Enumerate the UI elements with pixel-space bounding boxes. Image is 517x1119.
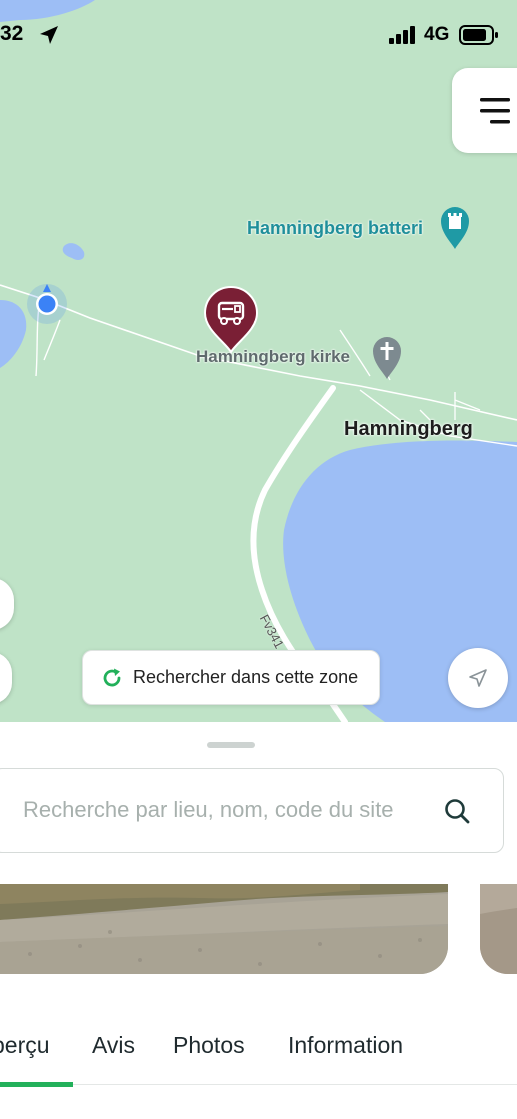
status-network: 4G	[424, 24, 450, 45]
navigation-arrow-icon	[469, 669, 487, 687]
photo-carousel[interactable]	[0, 884, 517, 974]
fortress-pin-icon[interactable]	[440, 206, 470, 250]
tab-photos[interactable]: Photos	[173, 1032, 245, 1059]
site-photo-image	[0, 884, 448, 974]
tab-information[interactable]: Information	[288, 1032, 403, 1059]
site-photo[interactable]	[480, 884, 517, 974]
tab-reviews[interactable]: Avis	[92, 1032, 135, 1059]
tab-overview[interactable]: perçu	[0, 1032, 50, 1059]
menu-button[interactable]	[452, 68, 517, 153]
active-tab-indicator	[0, 1082, 73, 1087]
map-view[interactable]: Hamningberg batteri Hamningberg kirke Ha…	[0, 0, 517, 722]
search-this-area-button[interactable]: Rechercher dans cette zone	[82, 650, 380, 705]
status-bar: 32 4G	[0, 0, 517, 52]
locate-me-button[interactable]	[448, 648, 508, 708]
search-input[interactable]	[23, 797, 443, 823]
signal-bars-icon	[389, 26, 415, 44]
status-time: 32	[0, 22, 24, 45]
hamburger-menu-icon	[480, 98, 510, 124]
tabs-divider	[0, 1084, 517, 1085]
search-field[interactable]	[0, 768, 504, 853]
site-photo-image	[480, 884, 517, 974]
refresh-icon	[103, 668, 121, 686]
map-label-battery[interactable]: Hamningberg batteri	[247, 218, 423, 239]
user-location-icon	[27, 284, 67, 324]
site-photo[interactable]	[0, 884, 448, 974]
campervan-pin-icon[interactable]	[203, 286, 259, 354]
sheet-drag-handle[interactable]	[207, 742, 255, 748]
search-this-area-label: Rechercher dans cette zone	[133, 667, 359, 687]
detail-tabs: perçu Avis Photos Information	[0, 1024, 517, 1087]
church-pin-icon[interactable]	[372, 336, 402, 380]
search-icon[interactable]	[443, 797, 471, 825]
map-label-town[interactable]: Hamningberg	[344, 418, 473, 441]
battery-icon	[459, 25, 498, 45]
location-arrow-icon	[40, 26, 58, 44]
bottom-sheet: perçu Avis Photos Information	[0, 722, 517, 1119]
